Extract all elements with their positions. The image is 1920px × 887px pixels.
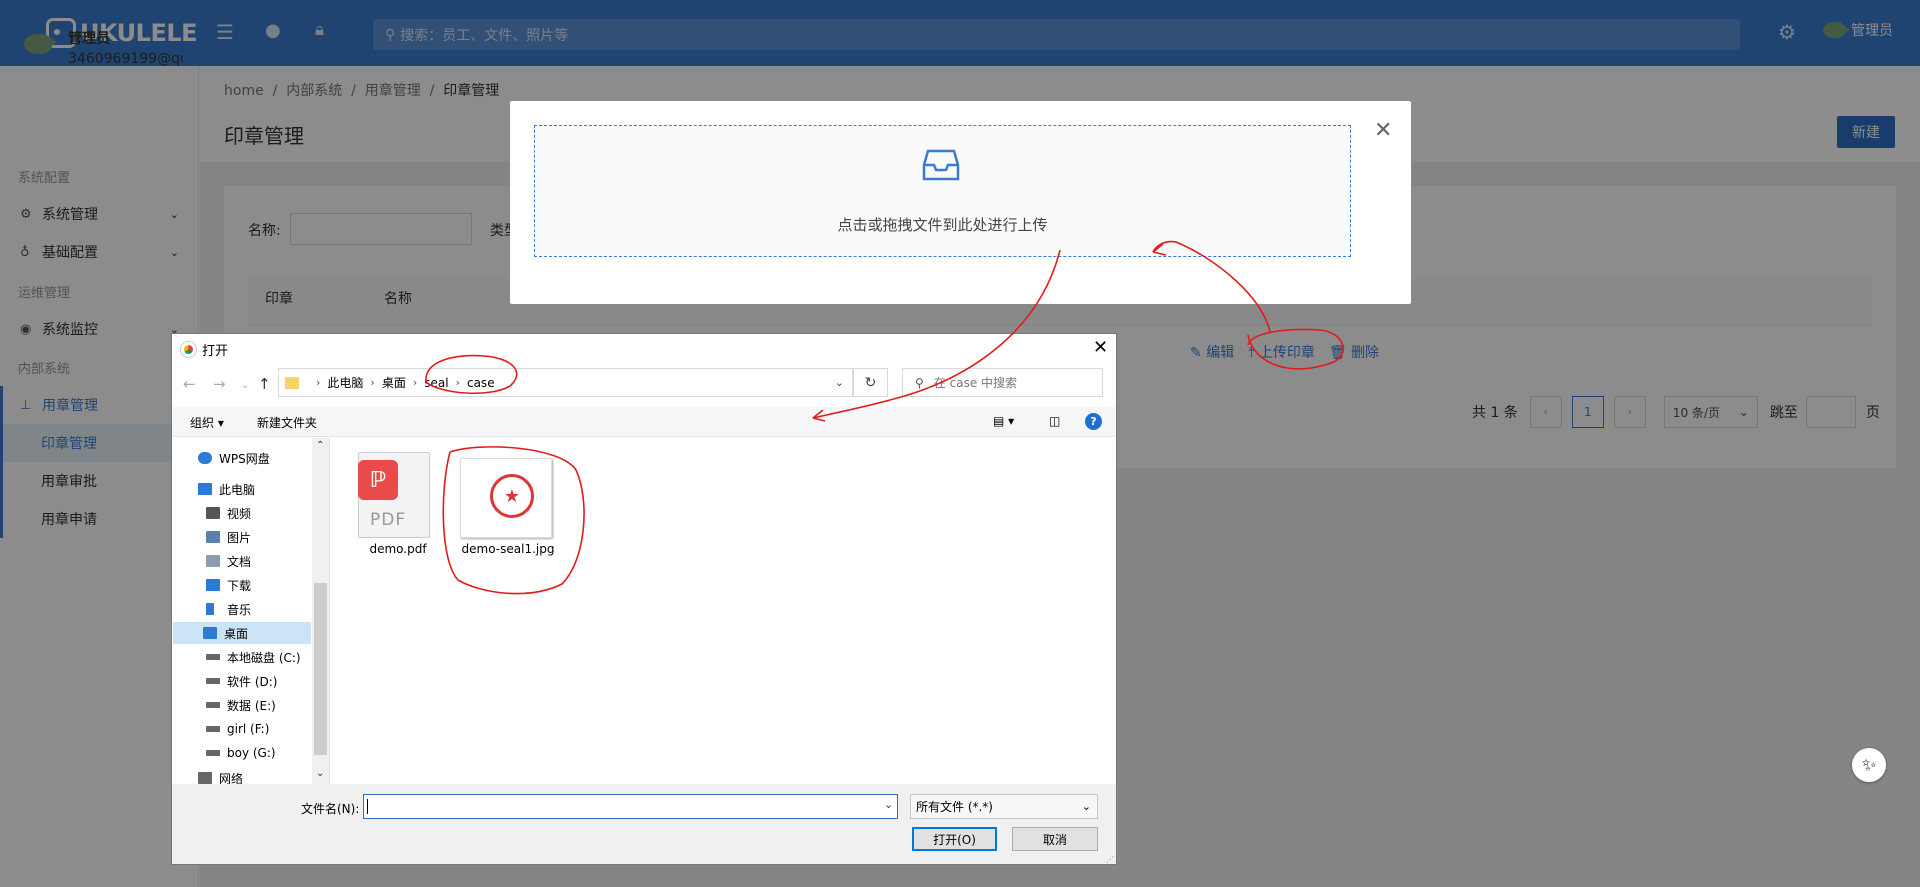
annotation-circle-file [442, 446, 585, 595]
annotation-arrow-to-dropzone [1152, 240, 1271, 333]
annotation-arrow-to-path [812, 249, 1061, 419]
annotation-circle-upload [1247, 328, 1345, 370]
annotation-strokes [425, 240, 1345, 595]
annotation-circle-path [425, 354, 518, 395]
